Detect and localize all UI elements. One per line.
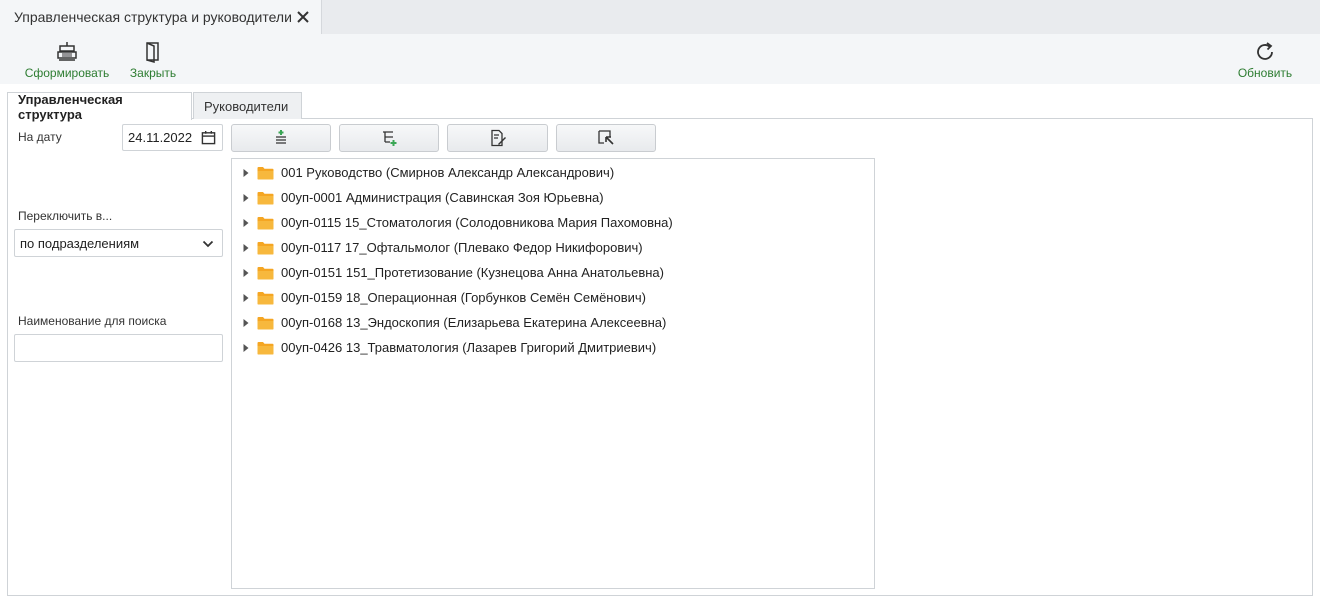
refresh-button-label: Обновить [1237,66,1293,80]
expand-arrow-icon[interactable] [241,168,251,178]
close-button-label: Закрыть [129,66,177,80]
tree-node[interactable]: 00уп-0151 151_Протетизование (Кузнецова … [232,260,874,285]
tree-node-label: 00уп-0426 13_Травматология (Лазарев Григ… [281,340,657,355]
tab-management-structure[interactable]: Управленческая структура [7,91,192,122]
search-label: Наименование для поиска [18,314,167,328]
tree-node-label: 00уп-0168 13_Эндоскопия (Елизарьева Екат… [281,315,667,330]
structure-tree: 001 Руководство (Смирнов Александр Алекс… [231,158,875,589]
tree-node-label: 00уп-0159 18_Операционная (Горбунков Сем… [281,290,646,305]
date-value: 24.11.2022 [128,130,193,145]
tree-node[interactable]: 00уп-0159 18_Операционная (Горбунков Сем… [232,285,874,310]
expand-arrow-icon[interactable] [241,318,251,328]
toolbar: Сформировать Закрыть Обновить [0,34,1320,84]
tree-node-label: 00уп-0115 15_Стоматология (Солодовникова… [281,215,673,230]
close-button[interactable]: Закрыть [128,34,178,84]
select-item-button[interactable] [556,124,656,152]
expand-arrow-icon[interactable] [241,268,251,278]
switch-label: Переключить в... [18,209,113,223]
main-tabs: Управленческая структура Руководители [7,91,1313,122]
refresh-icon [1257,42,1273,60]
tree-node[interactable]: 001 Руководство (Смирнов Александр Алекс… [232,160,874,185]
expand-arrow-icon[interactable] [241,293,251,303]
tree-node-label: 00уп-0001 Администрация (Савинская Зоя Ю… [281,190,604,205]
close-icon[interactable] [295,9,311,25]
window-tab[interactable]: Управленческая структура и руководители [0,0,322,34]
folder-icon [257,241,274,254]
door-exit-icon [146,42,159,63]
tree-node[interactable]: 00уп-0117 17_Офтальмолог (Плевако Федор … [232,235,874,260]
tab-label: Руководители [204,98,289,114]
window-tab-title: Управленческая структура и руководители [14,9,292,25]
tree-node[interactable]: 00уп-0426 13_Травматология (Лазарев Григ… [232,335,874,360]
tree-node-label: 00уп-0151 151_Протетизование (Кузнецова … [281,265,664,280]
tree-node-label: 00уп-0117 17_Офтальмолог (Плевако Федор … [281,240,643,255]
folder-icon [257,266,274,279]
folder-icon [257,316,274,329]
folder-icon [257,166,274,179]
refresh-button[interactable]: Обновить [1236,34,1294,84]
add-child-tree-icon [383,131,397,146]
tree-node[interactable]: 00уп-0115 15_Стоматология (Солодовникова… [232,210,874,235]
window-tab-strip: Управленческая структура и руководители [0,0,1320,34]
tree-node[interactable]: 00уп-0001 Администрация (Савинская Зоя Ю… [232,185,874,210]
date-field[interactable]: 24.11.2022 [122,124,223,151]
folder-icon [257,191,274,204]
expand-arrow-icon[interactable] [241,343,251,353]
expand-arrow-icon[interactable] [241,243,251,253]
tree-node-label: 001 Руководство (Смирнов Александр Алекс… [281,165,615,180]
switch-value: по подразделениям [20,235,140,251]
switch-select[interactable]: по подразделениям [14,229,223,257]
form-button-label: Сформировать [24,66,110,80]
tree-node[interactable]: 00уп-0168 13_Эндоскопия (Елизарьева Екат… [232,310,874,335]
date-label: На дату [18,130,62,144]
search-input[interactable] [14,334,223,362]
add-item-button[interactable] [231,124,331,152]
calendar-icon[interactable] [201,130,216,145]
tab-label: Управленческая структура [18,91,123,122]
edit-document-icon [490,129,506,147]
add-list-icon [276,130,286,144]
folder-icon [257,341,274,354]
edit-item-button[interactable] [447,124,548,152]
add-child-button[interactable] [339,124,439,152]
expand-arrow-icon[interactable] [241,218,251,228]
expand-arrow-icon[interactable] [241,193,251,203]
chevron-down-icon [202,240,214,248]
form-report-icon [57,42,77,61]
folder-icon [257,216,274,229]
tab-managers[interactable]: Руководители [193,92,302,119]
cursor-select-icon [598,130,614,145]
folder-icon [257,291,274,304]
form-button[interactable]: Сформировать [25,34,109,84]
